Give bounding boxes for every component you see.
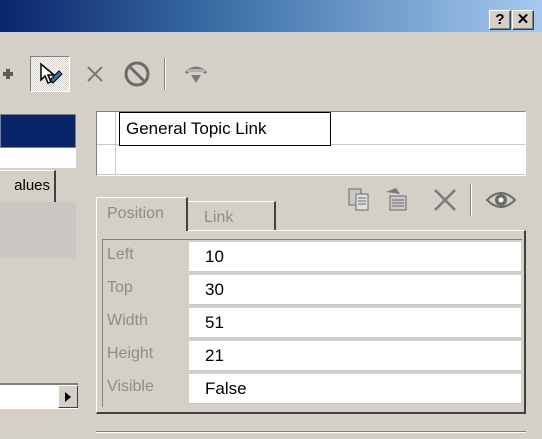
tab-link[interactable]: Link xyxy=(188,201,276,231)
property-value[interactable]: 51 xyxy=(189,308,521,338)
property-row[interactable]: Left 10 xyxy=(103,240,521,273)
property-value[interactable]: False xyxy=(189,374,521,404)
property-row[interactable]: Width 51 xyxy=(103,306,521,339)
property-row[interactable]: Top 30 xyxy=(103,273,521,306)
help-button[interactable]: ? xyxy=(489,10,511,30)
tab-values[interactable]: alues xyxy=(0,170,56,202)
paste-icon[interactable] xyxy=(382,186,412,214)
topic-list[interactable]: General Topic Link xyxy=(96,111,526,176)
highlight-icon[interactable] xyxy=(176,56,216,92)
chevron-right-icon xyxy=(65,391,71,402)
copy-icon[interactable] xyxy=(346,186,374,214)
dropdown-arrow-button[interactable] xyxy=(58,385,78,408)
close-button[interactable]: ✕ xyxy=(512,10,534,30)
property-row[interactable]: Visible False xyxy=(103,372,521,405)
link-pointer-button[interactable] xyxy=(30,56,70,92)
list-row-divider xyxy=(97,174,525,175)
toolbar-separator xyxy=(164,58,166,90)
eye-icon[interactable] xyxy=(484,184,518,216)
list-item-edit[interactable]: General Topic Link xyxy=(119,112,331,146)
property-value[interactable]: 21 xyxy=(189,341,521,371)
bottom-divider xyxy=(96,431,526,433)
pointer-pen-icon xyxy=(40,62,63,84)
tab-position[interactable]: Position xyxy=(96,197,188,231)
property-value[interactable]: 30 xyxy=(189,275,521,305)
property-label: Width xyxy=(107,312,148,329)
panel-toolbar-separator xyxy=(470,184,472,216)
title-bar: ? ✕ xyxy=(0,0,542,32)
add-icon[interactable] xyxy=(0,56,22,92)
left-dropdown[interactable] xyxy=(0,383,78,409)
left-list-row[interactable] xyxy=(0,148,76,168)
property-row[interactable]: Height 21 xyxy=(103,339,521,372)
delete-icon[interactable] xyxy=(80,56,110,92)
property-label: Visible xyxy=(107,378,154,395)
properties-panel: Left 10 Top 30 Width 51 Height 21 Visibl… xyxy=(96,230,526,414)
remove-icon[interactable] xyxy=(430,186,460,214)
property-label: Left xyxy=(107,246,134,263)
selected-item[interactable] xyxy=(0,114,76,148)
property-label: Height xyxy=(107,345,154,362)
properties-grid: Left 10 Top 30 Width 51 Height 21 Visibl… xyxy=(102,239,522,407)
property-value[interactable]: 10 xyxy=(189,242,521,272)
property-label: Top xyxy=(107,279,133,296)
no-entry-icon[interactable] xyxy=(118,56,156,92)
left-tab-panel xyxy=(0,202,76,258)
